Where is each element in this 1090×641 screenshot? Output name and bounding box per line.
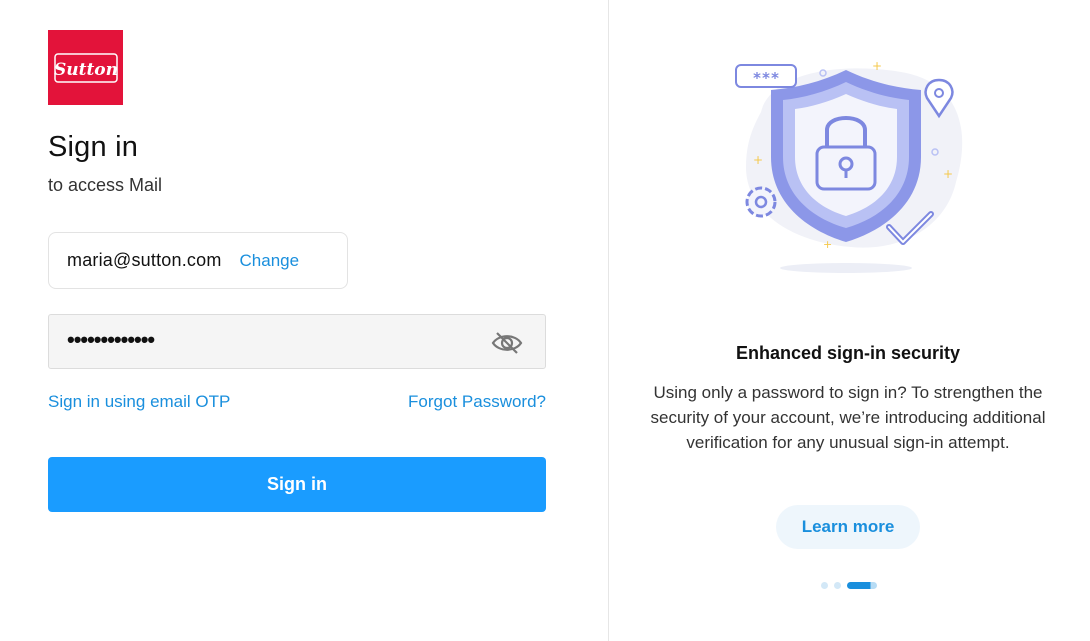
carousel-indicator [821, 581, 877, 589]
learn-more-button[interactable]: Learn more [776, 505, 920, 549]
logo-text: Sutton [53, 60, 117, 80]
password-bubble-text: *** [752, 69, 779, 87]
promo-panel: *** + + + + Enhanced sign-in security Us… [609, 0, 1090, 641]
sparkle-icon: + [753, 153, 763, 167]
sparkle-icon: + [872, 59, 882, 73]
shield-shadow [780, 263, 912, 273]
sutton-logo-mark: Sutton [53, 52, 118, 83]
sparkle-icon: + [943, 167, 953, 181]
promo-heading: Enhanced sign-in security [735, 343, 961, 363]
email-otp-link[interactable]: Sign in using email OTP [48, 392, 230, 412]
page-subtitle: to access Mail [48, 175, 163, 195]
signin-panel: Sutton Sign in to access Mail maria@sutt… [0, 0, 608, 641]
eye-slash-icon[interactable] [491, 329, 523, 357]
sign-in-button[interactable]: Sign in [48, 457, 546, 512]
password-value[interactable]: ••••••••••••• [67, 327, 155, 353]
carousel-dot[interactable] [834, 581, 841, 589]
carousel-dot-active[interactable] [847, 581, 877, 589]
promo-body: Using only a password to sign in? To str… [650, 383, 1046, 452]
change-account-link[interactable]: Change [240, 251, 300, 271]
lock-body [815, 145, 877, 191]
account-chip: maria@sutton.com Change [48, 232, 348, 289]
gear-icon [745, 186, 777, 218]
page-title: Sign in [48, 131, 139, 163]
account-email: maria@sutton.com [67, 250, 222, 270]
sutton-logo: Sutton [48, 30, 123, 105]
sparkle-icon: + [823, 238, 832, 251]
forgot-password-link[interactable]: Forgot Password? [408, 392, 546, 412]
password-field[interactable]: ••••••••••••• [48, 314, 546, 369]
security-shield-illustration: *** + + + + [735, 59, 963, 273]
carousel-dot[interactable] [821, 581, 828, 589]
